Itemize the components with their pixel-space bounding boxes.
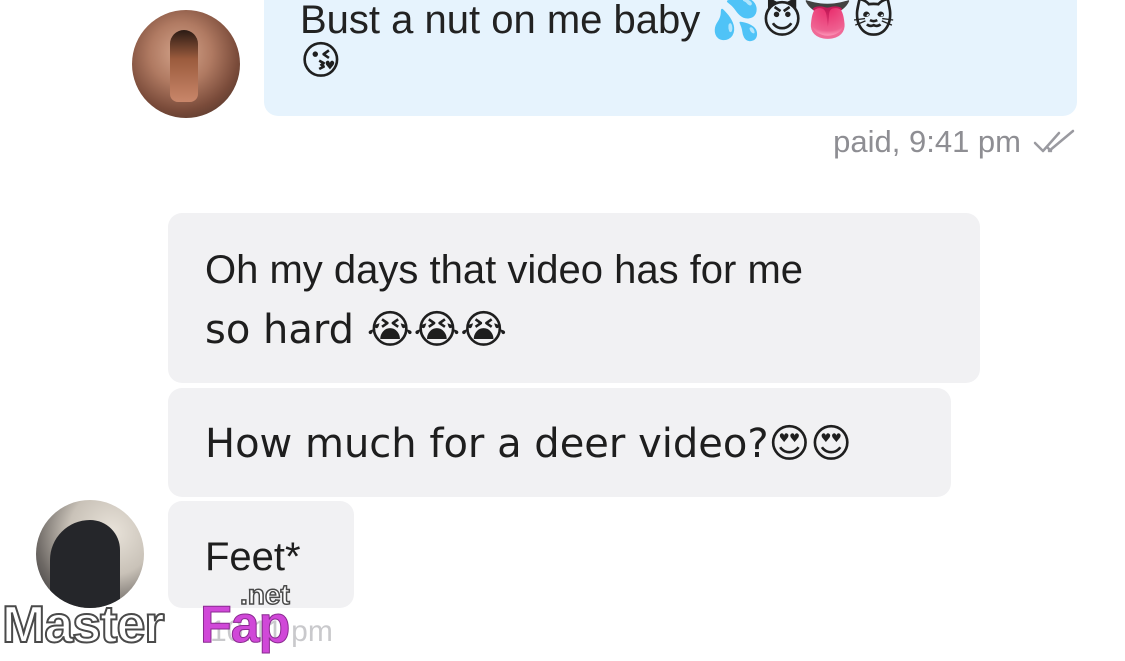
message-text-line: so hard 😭😭😭 (205, 307, 507, 353)
watermark-brand-left: Master (1, 595, 166, 655)
sent-message-bubble[interactable]: Bust a nut on me baby 💦😈👅🐱 😘 (264, 0, 1077, 116)
avatar-figure (170, 30, 198, 102)
sent-message-body: Bust a nut on me baby (300, 0, 701, 42)
message-text-line: Oh my days that video has for me (205, 248, 804, 292)
message-text: Feet* (205, 535, 301, 579)
sender-avatar[interactable] (132, 10, 240, 118)
watermark-logo: Master Fap .net (0, 578, 330, 655)
status-text: paid, 9:41 pm (833, 124, 1021, 159)
double-check-icon (1033, 129, 1075, 153)
watermark-suffix: .net (239, 578, 290, 611)
message-text: How much for a deer video?😍😍 (205, 421, 852, 467)
sent-message-emoji-line: 😘 (300, 38, 342, 84)
sent-message-text: Bust a nut on me baby 💦😈👅🐱 (300, 0, 894, 43)
message-status: paid, 9:41 pm (833, 124, 1077, 160)
received-message-bubble[interactable]: Oh my days that video has for me so hard… (168, 213, 980, 383)
received-message-bubble[interactable]: How much for a deer video?😍😍 (168, 388, 951, 497)
sent-message-emojis: 💦😈👅🐱 (711, 0, 895, 43)
